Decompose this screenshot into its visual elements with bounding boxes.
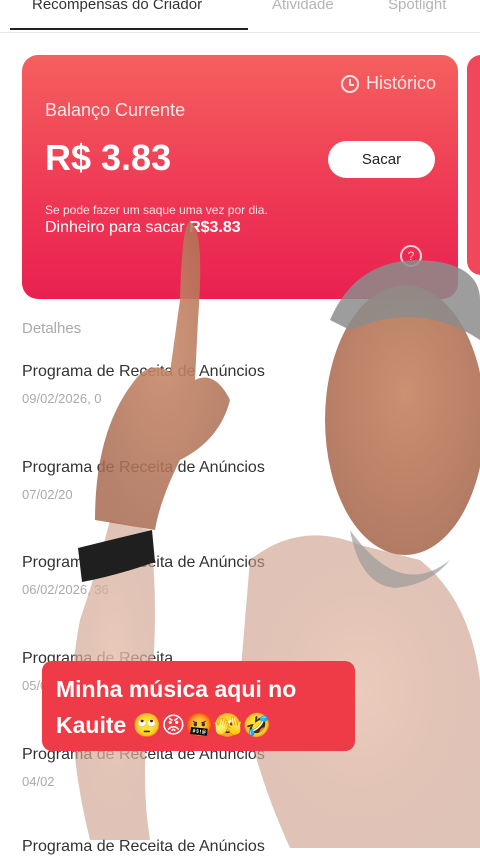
balance-value: R$ 3.83 (45, 137, 172, 178)
active-tab-indicator (10, 28, 248, 30)
next-card-peek (467, 55, 480, 275)
list-item[interactable]: Programa de Receita de Anúncios 04/02 (22, 746, 462, 789)
tab-activity[interactable]: Atividade (272, 0, 334, 13)
list-item-date: 07/02/20 (22, 487, 73, 502)
list-item-title: Programa de Receita de Anúncios (22, 363, 265, 380)
list-item[interactable]: Programa de Receita de Anúncios 09/02/20… (22, 363, 462, 406)
caption-line-1: Minha música aqui no (56, 676, 297, 702)
list-item[interactable]: Programa de Receita de Anúncios 07/02/20 (22, 459, 462, 502)
list-item-title: Programa de Receita de Anúncios (22, 459, 265, 476)
list-item-date: 06/02/2026, 36 (22, 582, 109, 597)
caption-line-2: Kauite 🙄😡🤬🫣🤣 (56, 712, 272, 738)
available-cash-note: Dinheiro para sacar R$3.83 (45, 219, 241, 237)
list-item-title: Programa de Receita de Anúncios (22, 554, 265, 571)
history-button[interactable]: Histórico (340, 73, 436, 94)
video-caption: Minha música aqui no Kauite 🙄😡🤬🫣🤣 (42, 661, 355, 751)
tab-creator-rewards[interactable]: Recompensas do Criador (32, 0, 202, 13)
clock-icon (340, 74, 359, 93)
available-cash-label: Dinheiro para sacar (45, 219, 185, 236)
history-label: Histórico (365, 73, 436, 93)
balance-label: Balanço Currente (45, 100, 186, 120)
list-item-date: 04/02 (22, 774, 55, 789)
list-item[interactable]: Programa de Receita de Anúncios (22, 838, 462, 866)
details-heading: Detalhes (22, 320, 82, 337)
available-cash-value: R$3.83 (189, 219, 241, 236)
list-item-title: Programa de Receita de Anúncios (22, 838, 265, 855)
withdraw-limit-note: Se pode fazer um saque uma vez por dia. (45, 203, 268, 217)
tab-bar: Recompensas do Criador Atividade Spotlig… (0, 0, 480, 33)
tab-spotlight[interactable]: Spotlight (388, 0, 446, 13)
head (325, 285, 480, 555)
balance-card: Histórico Balanço Currente R$ 3.83 Sacar… (22, 55, 458, 299)
list-item[interactable]: Programa de Receita de Anúncios 06/02/20… (22, 554, 462, 597)
list-item-date: 09/02/2026, 0 (22, 391, 102, 406)
help-icon[interactable]: ? (400, 245, 422, 267)
withdraw-button[interactable]: Sacar (328, 141, 435, 178)
